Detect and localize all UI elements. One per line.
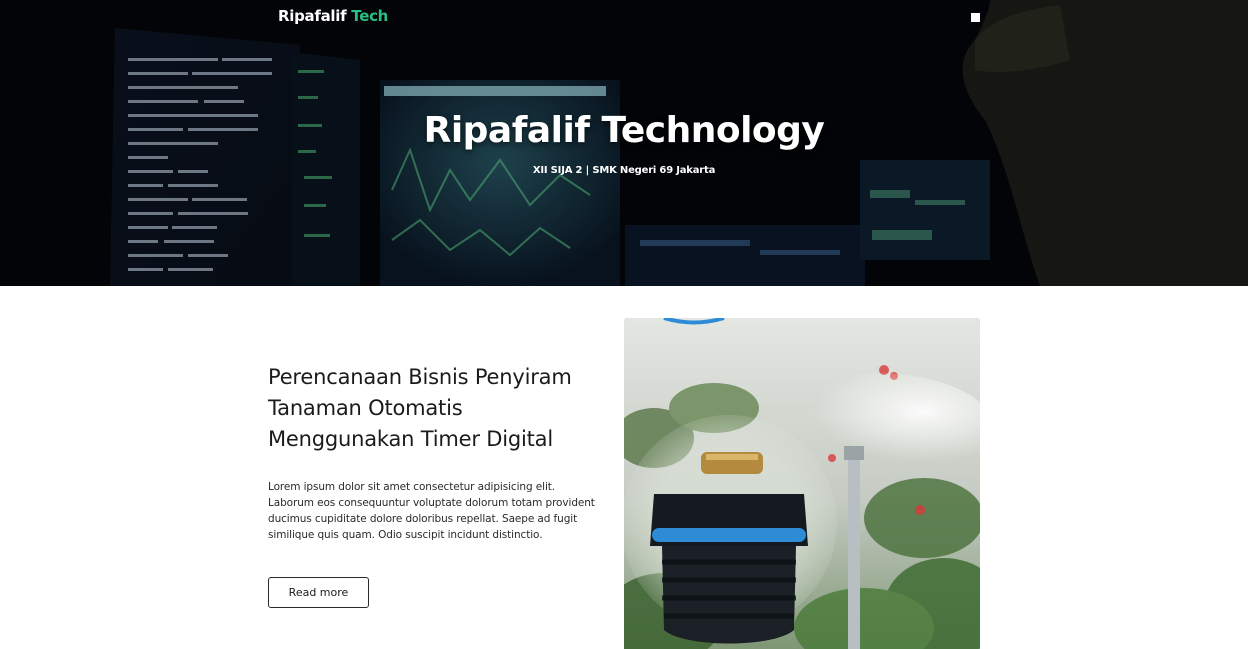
hero-section: Ripafalif Tech Ripafalif Technology XII …	[0, 0, 1248, 286]
sprinkler-image	[624, 318, 980, 649]
article-title: Perencanaan Bisnis Penyiram Tanaman Otom…	[268, 365, 572, 451]
brand-name: Ripafalif	[278, 7, 347, 25]
article-text: Perencanaan Bisnis Penyiram Tanaman Otom…	[268, 362, 598, 543]
navbar: Ripafalif Tech	[0, 0, 1248, 36]
content-section: Perencanaan Bisnis Penyiram Tanaman Otom…	[0, 286, 1248, 649]
menu-toggle-icon[interactable]	[971, 13, 980, 22]
brand-logo[interactable]: Ripafalif Tech	[278, 7, 388, 25]
hero-subtitle: XII SIJA 2 | SMK Negeri 69 Jakarta	[532, 165, 716, 176]
brand-accent: Tech	[351, 7, 389, 25]
article-body: Lorem ipsum dolor sit amet consectetur a…	[268, 481, 595, 541]
hero-title: Ripafalif Technology	[423, 110, 825, 151]
read-more-button[interactable]: Read more	[268, 577, 369, 608]
